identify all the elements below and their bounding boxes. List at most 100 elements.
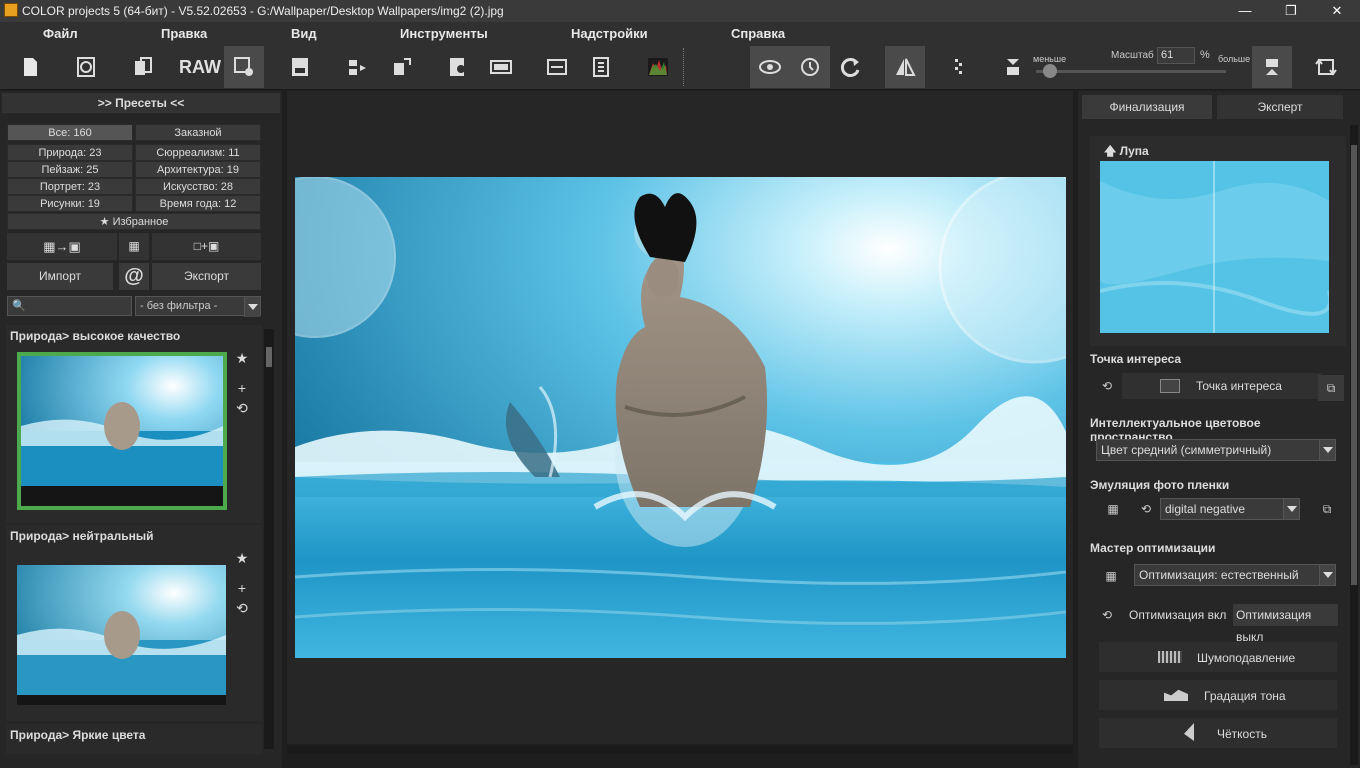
refresh-icon[interactable]: ⟲ <box>233 599 251 617</box>
add-icon[interactable]: + <box>233 379 251 397</box>
optimization-select[interactable]: Оптимизация: естественный <box>1134 564 1336 586</box>
zoom-slider-handle[interactable] <box>1043 64 1057 78</box>
info-panel-icon[interactable] <box>581 46 621 88</box>
arrow-up-icon: 🡅 <box>1104 144 1120 158</box>
preset-thumbnail[interactable] <box>17 565 226 705</box>
film-settings-icon[interactable]: ⧉ <box>1314 496 1340 522</box>
preset-item-2[interactable]: Природа> нейтральный ★ + ⟲ <box>6 525 262 721</box>
import-button[interactable]: Импорт <box>7 263 113 290</box>
print-icon[interactable] <box>438 46 478 88</box>
batch-settings-icon[interactable] <box>224 46 264 88</box>
save-preset-button[interactable]: ▦→▣ <box>7 233 117 260</box>
filter-select[interactable]: - без фильтра - <box>135 296 261 317</box>
save-icon[interactable] <box>280 46 320 88</box>
grid-dots-icon[interactable] <box>938 46 978 88</box>
zoom-input[interactable]: 61 <box>1157 47 1195 64</box>
zoom-in-icon[interactable] <box>1252 46 1292 88</box>
refresh-icon[interactable]: ⟲ <box>233 399 251 417</box>
crop-rotate-icon[interactable] <box>1306 46 1346 88</box>
preview-eye-icon[interactable] <box>750 46 790 88</box>
menu-addons[interactable]: Надстройки <box>571 26 648 41</box>
favorites-button[interactable]: ★ Избранное <box>7 213 261 230</box>
tab-finalization[interactable]: Финализация <box>1082 95 1212 119</box>
poi-settings-icon[interactable]: ⧉ <box>1318 375 1344 401</box>
optimization-grid-icon[interactable]: ▦ <box>1098 563 1124 589</box>
merge-preset-icon[interactable]: □+▣ <box>152 233 261 260</box>
filter-value: - без фильтра - <box>140 300 218 312</box>
export-icon[interactable] <box>382 46 422 88</box>
loupe-label: Лупа <box>1119 144 1149 158</box>
split-view-icon[interactable] <box>481 46 521 88</box>
presets-scrollbar[interactable] <box>264 329 274 749</box>
tab-expert[interactable]: Эксперт <box>1217 95 1343 119</box>
compare-dropdown-icon[interactable] <box>338 46 378 88</box>
preset-cat-nature[interactable]: Природа: 23 <box>7 144 133 161</box>
close-button[interactable]: ✕ <box>1314 0 1360 22</box>
noise-label: Шумоподавление <box>1197 651 1296 665</box>
preset-cat-portrait[interactable]: Портрет: 23 <box>7 178 133 195</box>
preset-cat-all[interactable]: Все: 160 <box>7 124 133 141</box>
preset-cat-custom[interactable]: Заказной <box>135 124 261 141</box>
add-icon[interactable]: + <box>233 579 251 597</box>
preset-search-input[interactable]: 🔍 <box>7 296 132 316</box>
optimization-reset-icon[interactable]: ⟲ <box>1094 602 1120 628</box>
preset-settings-icon[interactable]: ▦ <box>119 233 149 260</box>
preset-cat-drawings[interactable]: Рисунки: 19 <box>7 195 133 212</box>
optimization-off-button[interactable]: Оптимизация выкл <box>1233 604 1338 644</box>
film-grid-icon[interactable]: ▦ <box>1100 496 1126 522</box>
zoom-less-label: меньше <box>1033 54 1067 64</box>
star-icon: ★ <box>99 216 113 228</box>
right-scrollbar[interactable] <box>1350 125 1358 765</box>
menu-view[interactable]: Вид <box>291 26 317 41</box>
main-image[interactable] <box>295 177 1066 658</box>
loupe-header[interactable]: 🡅 Лупа <box>1104 142 1149 163</box>
preset-item-1[interactable]: Природа> высокое качество ★ + ⟲ <box>6 325 262 523</box>
preset-cat-surreal[interactable]: Сюрреализм: 11 <box>135 144 261 161</box>
preset-cat-seasons[interactable]: Время года: 12 <box>135 195 261 212</box>
redo-icon[interactable] <box>831 46 871 88</box>
preset-cat-architecture[interactable]: Архитектура: 19 <box>135 161 261 178</box>
zoom-out-icon[interactable] <box>993 46 1033 88</box>
email-at-button[interactable]: @ <box>119 263 149 290</box>
noise-reduction-button[interactable]: Шумоподавление <box>1098 641 1338 673</box>
open-multiple-icon[interactable] <box>123 46 163 88</box>
color-space-value: Цвет средний (симметричный) <box>1101 443 1272 457</box>
presets-header[interactable]: >> Пресеты << <box>2 93 280 113</box>
preset-cat-art[interactable]: Искусство: 28 <box>135 178 261 195</box>
favorite-star-icon[interactable]: ★ <box>233 549 251 567</box>
title-bar: COLOR projects 5 (64-бит) - V5.52.02653 … <box>0 0 1360 22</box>
mirror-icon[interactable] <box>885 46 925 88</box>
menu-help[interactable]: Справка <box>731 26 785 41</box>
minimize-button[interactable]: — <box>1222 0 1268 22</box>
reset-poi-icon[interactable]: ⟲ <box>1094 373 1120 399</box>
menu-file[interactable]: Файл <box>43 26 78 41</box>
sharpness-button[interactable]: Чёткость <box>1098 717 1338 749</box>
canvas-hscrollbar[interactable] <box>287 746 1073 754</box>
film-value: digital negative <box>1165 502 1246 516</box>
color-space-select[interactable]: Цвет средний (симметричный) <box>1096 439 1336 461</box>
maximize-button[interactable]: ❐ <box>1268 0 1314 22</box>
export-button[interactable]: Экспорт <box>152 263 261 290</box>
tone-gradation-button[interactable]: Градация тона <box>1098 679 1338 711</box>
preset-item-3[interactable]: Природа> Яркие цвета <box>6 724 262 754</box>
poi-button[interactable]: Точка интереса <box>1122 373 1322 399</box>
raw-button[interactable]: RAW <box>179 46 221 88</box>
preset-cat-landscape[interactable]: Пейзаж: 25 <box>7 161 133 178</box>
preset-thumbnail-selected[interactable] <box>17 352 227 510</box>
history-compare-icon[interactable] <box>790 46 830 88</box>
preset-item-title: Природа> Яркие цвета <box>10 728 146 742</box>
favorite-star-icon[interactable]: ★ <box>233 349 251 367</box>
film-reset-icon[interactable]: ⟲ <box>1133 496 1159 522</box>
presets-panel: >> Пресеты << Все: 160 Заказной Природа:… <box>0 91 282 768</box>
menu-edit[interactable]: Правка <box>161 26 207 41</box>
menu-tools[interactable]: Инструменты <box>400 26 488 41</box>
histogram-icon[interactable] <box>638 46 678 88</box>
history-icon[interactable] <box>66 46 106 88</box>
new-file-icon[interactable] <box>10 46 50 88</box>
optimization-on-button[interactable]: Оптимизация вкл <box>1122 604 1232 626</box>
film-select[interactable]: digital negative <box>1160 498 1300 520</box>
zoom-slider[interactable] <box>1036 70 1226 73</box>
fit-view-icon[interactable] <box>537 46 577 88</box>
loupe-preview[interactable] <box>1100 161 1329 333</box>
menu-bar: Файл Правка Вид Инструменты Надстройки С… <box>0 22 1360 44</box>
